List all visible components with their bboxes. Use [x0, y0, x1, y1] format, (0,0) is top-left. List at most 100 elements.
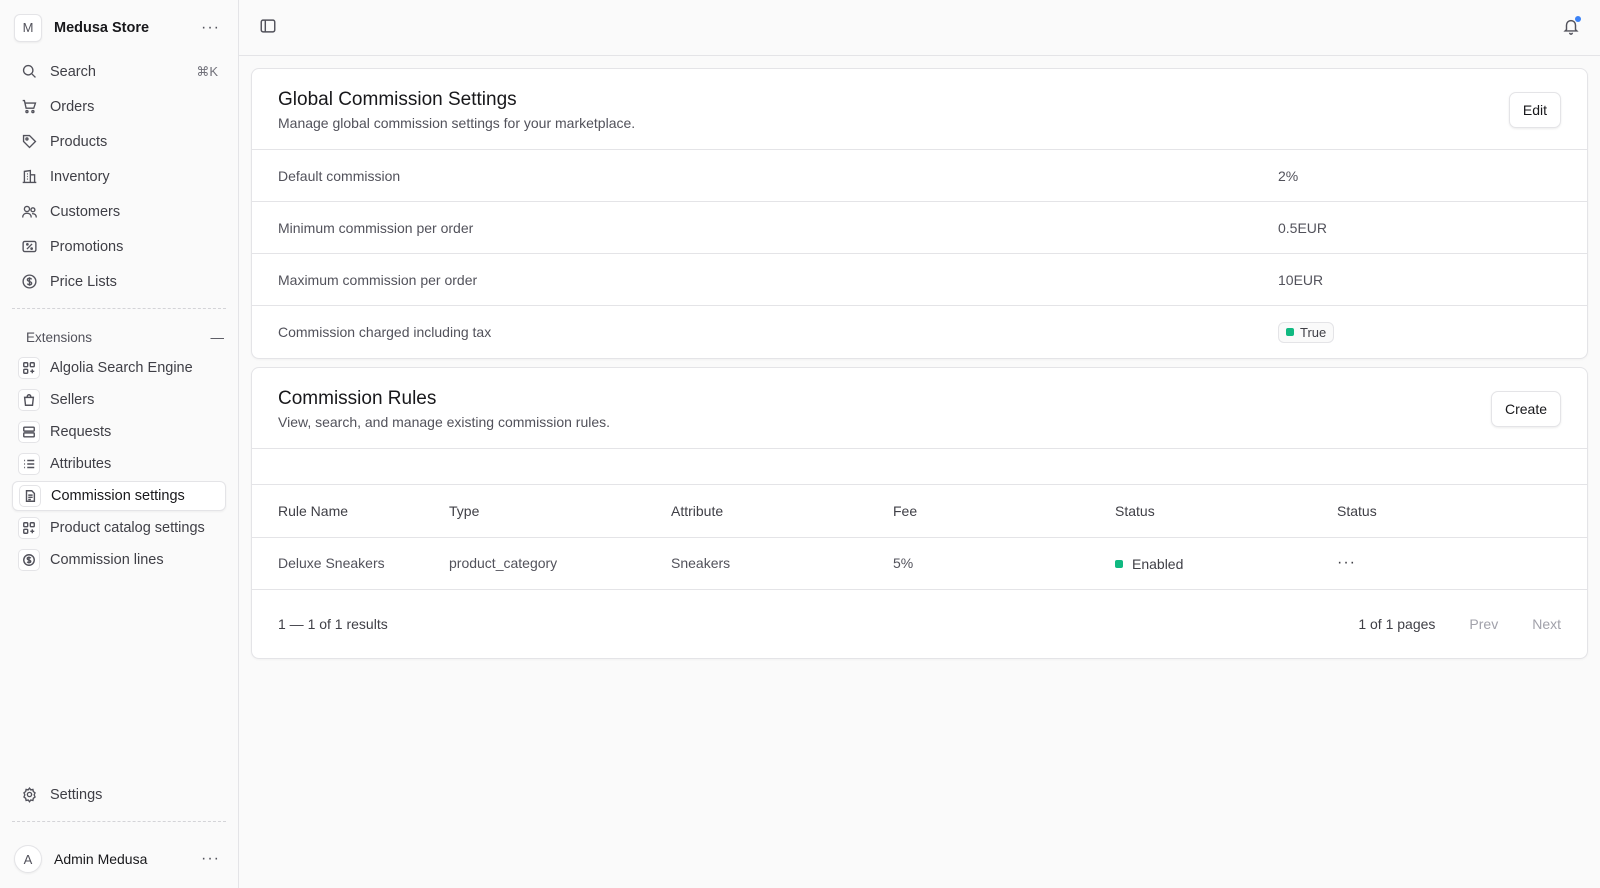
rule-attribute-cell: Sneakers	[671, 537, 893, 590]
server-icon	[18, 421, 40, 443]
card-header: Commission Rules View, search, and manag…	[252, 368, 1587, 449]
extensions-header[interactable]: Extensions —	[0, 321, 238, 353]
setting-key: Maximum commission per order	[278, 271, 478, 288]
building-icon	[20, 168, 38, 186]
users-icon	[20, 203, 38, 221]
grid-plus-icon	[18, 357, 40, 379]
section-title: Commission Rules	[278, 388, 437, 409]
sidebar-item-label: Customers	[50, 203, 121, 220]
sidebar-item-commission-settings[interactable]: Commission settings	[12, 481, 226, 511]
rule-fee-cell: 5%	[893, 537, 1115, 590]
sidebar-item-promotions[interactable]: Promotions	[12, 230, 226, 263]
sidebar-item-inventory[interactable]: Inventory	[12, 160, 226, 193]
main-nav: Search ⌘K Orders Products Inventory Cust…	[0, 55, 238, 300]
store-name: Medusa Store	[54, 19, 150, 36]
row-actions-icon[interactable]: ···	[1337, 554, 1356, 571]
user-name: Admin Medusa	[54, 851, 148, 867]
card-subtitle: View, search, and manage existing commis…	[278, 414, 611, 430]
user-avatar: A	[14, 845, 42, 873]
table-header-row: Rule Name Type Attribute Fee Status Stat…	[252, 485, 1587, 538]
sidebar-item-label: Products	[50, 133, 108, 150]
column-header[interactable]: Fee	[893, 485, 1115, 538]
setting-row-default-commission: Default commission 2%	[252, 150, 1587, 202]
user-menu-icon[interactable]: ···	[201, 850, 224, 868]
sidebar-toggle-icon[interactable]	[259, 17, 277, 38]
setting-value: 0.5EUR	[1278, 219, 1328, 236]
list-icon	[18, 453, 40, 475]
document-icon	[19, 485, 41, 507]
status-dot	[1115, 559, 1123, 568]
column-header[interactable]: Type	[449, 485, 671, 538]
status-badge: True	[1278, 321, 1335, 343]
search-shortcut: ⌘K	[196, 63, 218, 79]
column-header[interactable]: Attribute	[671, 485, 893, 538]
store-menu-icon[interactable]: ···	[201, 19, 224, 37]
rule-type-cell: product_category	[449, 537, 671, 590]
global-commission-card: Global Commission Settings Manage global…	[251, 68, 1588, 359]
pagination: 1 — 1 of 1 results 1 of 1 pages Prev Nex…	[252, 590, 1587, 658]
edit-button[interactable]: Edit	[1508, 92, 1561, 128]
sidebar-item-label: Settings	[50, 786, 103, 803]
next-button[interactable]: Next	[1532, 616, 1561, 632]
commission-rules-card: Commission Rules View, search, and manag…	[251, 367, 1588, 659]
shopping-bag-icon	[18, 389, 40, 411]
sidebar-item-commission-lines[interactable]: Commission lines	[12, 545, 226, 575]
sidebar-item-sellers[interactable]: Sellers	[12, 385, 226, 415]
sidebar-item-label: Commission lines	[50, 552, 164, 568]
setting-row-min-commission: Minimum commission per order 0.5EUR	[252, 202, 1587, 254]
setting-value: 2%	[1278, 167, 1299, 184]
setting-value: 10EUR	[1278, 271, 1324, 288]
sidebar-item-label: Promotions	[50, 238, 124, 255]
notifications-bell-icon[interactable]	[1562, 16, 1581, 38]
user-menu[interactable]: A Admin Medusa ···	[0, 830, 238, 888]
sidebar: M Medusa Store ··· Search ⌘K Orders Prod…	[0, 0, 239, 888]
sidebar-item-products[interactable]: Products	[12, 125, 226, 158]
tag-icon	[20, 133, 38, 151]
sidebar-item-customers[interactable]: Customers	[12, 195, 226, 228]
column-header[interactable]: Status	[1337, 485, 1587, 538]
table-row[interactable]: Deluxe Sneakers product_category Sneaker…	[252, 537, 1587, 590]
column-header[interactable]: Status	[1115, 485, 1337, 538]
sidebar-item-label: Inventory	[50, 168, 110, 185]
search-label: Search	[50, 63, 96, 80]
create-button[interactable]: Create	[1490, 391, 1561, 427]
setting-row-max-commission: Maximum commission per order 10EUR	[252, 254, 1587, 306]
sidebar-item-attributes[interactable]: Attributes	[12, 449, 226, 479]
status-dot	[1286, 328, 1294, 336]
results-count: 1 — 1 of 1 results	[278, 615, 388, 632]
setting-row-including-tax: Commission charged including tax True	[252, 306, 1587, 358]
store-avatar: M	[14, 13, 42, 42]
status-text: Enabled	[1132, 555, 1184, 572]
store-switcher[interactable]: M Medusa Store ···	[0, 0, 238, 55]
sidebar-item-label: Price Lists	[50, 273, 117, 290]
rule-name-cell: Deluxe Sneakers	[252, 537, 449, 590]
currency-icon	[18, 549, 40, 571]
page-indicator: 1 of 1 pages	[1358, 615, 1436, 632]
grid-plus-icon	[18, 517, 40, 539]
column-header[interactable]: Rule Name	[252, 485, 449, 538]
setting-key: Minimum commission per order	[278, 219, 474, 236]
sidebar-item-settings[interactable]: Settings	[12, 778, 226, 811]
rules-table: Rule Name Type Attribute Fee Status Stat…	[252, 485, 1587, 590]
search-button[interactable]: Search ⌘K	[12, 55, 226, 88]
sidebar-item-label: Sellers	[50, 392, 95, 408]
sidebar-item-product-catalog-settings[interactable]: Product catalog settings	[12, 513, 226, 543]
receipt-icon	[20, 238, 38, 256]
sidebar-item-requests[interactable]: Requests	[12, 417, 226, 447]
collapse-icon[interactable]: —	[211, 330, 225, 345]
sidebar-item-algolia[interactable]: Algolia Search Engine	[12, 353, 226, 383]
topbar	[239, 0, 1600, 56]
prev-button[interactable]: Prev	[1469, 616, 1498, 632]
notification-dot	[1575, 16, 1581, 22]
sidebar-item-orders[interactable]: Orders	[12, 90, 226, 123]
page-content: Global Commission Settings Manage global…	[239, 56, 1600, 667]
sidebar-divider	[12, 308, 226, 309]
sidebar-item-label: Requests	[50, 424, 112, 440]
sidebar-item-price-lists[interactable]: Price Lists	[12, 265, 226, 298]
sidebar-item-label: Orders	[50, 98, 95, 115]
sidebar-item-label: Attributes	[50, 456, 112, 472]
main-area: Global Commission Settings Manage global…	[239, 0, 1600, 888]
sidebar-divider	[12, 821, 226, 822]
gear-icon	[20, 786, 38, 804]
card-header: Global Commission Settings Manage global…	[252, 69, 1587, 150]
